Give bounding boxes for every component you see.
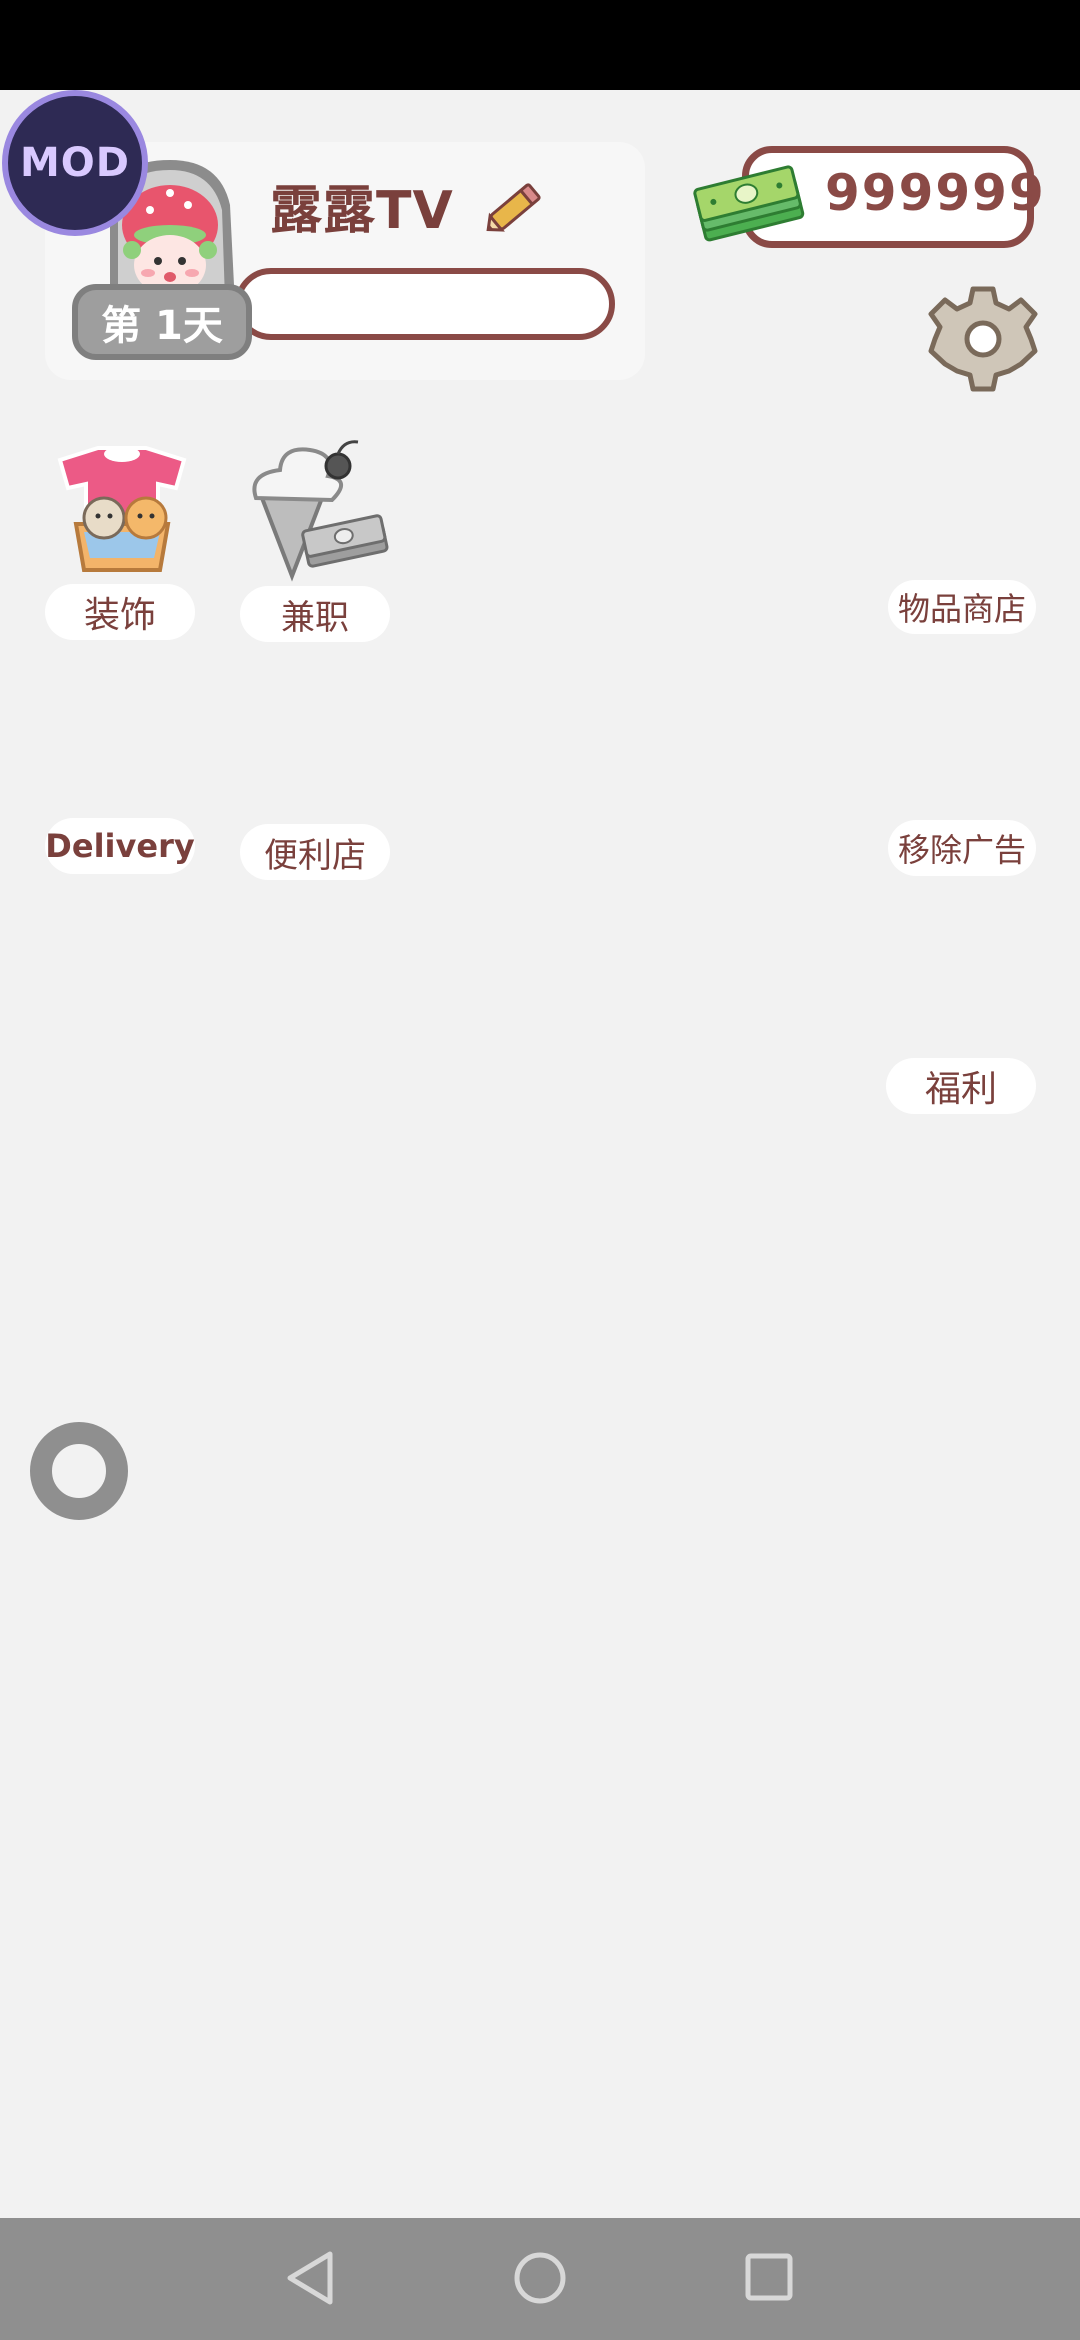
cash-stack-icon [693, 165, 805, 242]
convenience-store-button[interactable]: 便利店 [240, 824, 390, 880]
loading-ring-icon [30, 1422, 128, 1520]
gear-icon[interactable] [928, 284, 1038, 394]
experience-bar [235, 268, 615, 340]
remove-ads-button[interactable]: 移除广告 [888, 820, 1036, 876]
status-bar [0, 0, 1080, 90]
pencil-icon[interactable] [480, 172, 550, 242]
day-badge: 第 1天 [72, 284, 252, 360]
part-time-button[interactable]: 兼职 [240, 586, 390, 642]
recents-square-icon[interactable] [744, 2252, 794, 2302]
back-triangle-icon[interactable] [282, 2248, 342, 2308]
delivery-button[interactable]: Delivery [45, 818, 195, 874]
ice-cream-icon[interactable] [240, 436, 390, 582]
username: 露露TV [270, 181, 454, 241]
home-circle-icon[interactable] [512, 2250, 568, 2306]
clothes-basket-icon[interactable] [48, 440, 196, 580]
coins-value: 999999 [825, 164, 1046, 222]
decorate-button[interactable]: 装饰 [45, 584, 195, 640]
mod-menu-button[interactable]: MOD [2, 90, 148, 236]
item-shop-button[interactable]: 物品商店 [888, 580, 1036, 634]
welfare-button[interactable]: 福利 [886, 1058, 1036, 1114]
